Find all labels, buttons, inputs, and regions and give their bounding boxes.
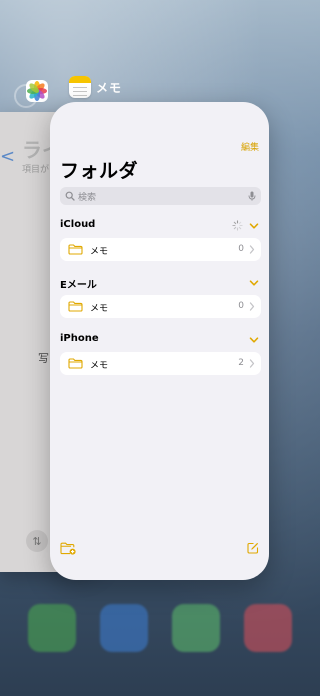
sort-icon: ⇅ xyxy=(26,530,48,552)
folder-name: メモ xyxy=(90,361,109,371)
folder-row-iphone-notes[interactable]: メモ 2 xyxy=(60,352,261,375)
photos-app-switcher-icon[interactable] xyxy=(14,80,48,108)
search-icon xyxy=(65,191,75,201)
section-header-iphone[interactable]: iPhone xyxy=(60,333,261,349)
folder-row-icloud-notes[interactable]: メモ 0 xyxy=(60,238,261,261)
chevron-down-icon xyxy=(249,280,259,286)
back-chevron-icon: < xyxy=(0,146,16,167)
section-label: iPhone xyxy=(60,333,99,344)
search-placeholder: 検索 xyxy=(78,192,97,203)
folder-icon xyxy=(68,244,83,255)
sync-spinner-icon xyxy=(232,220,243,231)
compose-icon[interactable] xyxy=(247,542,259,554)
dock-app-music-icon xyxy=(244,604,292,652)
dock-app-messages-icon xyxy=(172,604,220,652)
folder-name: メモ xyxy=(90,304,109,314)
microphone-icon[interactable] xyxy=(247,191,257,201)
dock-app-phone-icon xyxy=(28,604,76,652)
folder-count: 0 xyxy=(238,301,244,311)
page-title: フォルダ xyxy=(60,160,139,182)
section-header-icloud[interactable]: iCloud xyxy=(60,219,261,235)
dock-app-safari-icon xyxy=(100,604,148,652)
photos-card-partial-text: 写 xyxy=(38,352,49,365)
new-folder-icon[interactable] xyxy=(60,542,76,555)
chevron-down-icon xyxy=(249,337,259,343)
folder-count: 2 xyxy=(238,358,244,368)
section-label: Eメール xyxy=(60,280,97,291)
photos-icon xyxy=(26,80,48,102)
notes-app-icon xyxy=(69,76,91,98)
chevron-right-icon xyxy=(249,359,255,368)
search-field[interactable]: 検索 xyxy=(60,187,261,205)
folder-icon xyxy=(68,301,83,312)
chevron-right-icon xyxy=(249,302,255,311)
notes-app-label: メモ xyxy=(96,81,123,95)
section-label: iCloud xyxy=(60,219,96,230)
section-header-email[interactable]: Eメール xyxy=(60,276,261,292)
folder-icon xyxy=(68,358,83,369)
edit-button[interactable]: 編集 xyxy=(241,140,259,153)
folder-count: 0 xyxy=(238,244,244,254)
folder-row-email-notes[interactable]: メモ 0 xyxy=(60,295,261,318)
chevron-right-icon xyxy=(249,245,255,254)
dock-blurred xyxy=(28,604,292,652)
chevron-down-icon xyxy=(249,223,259,229)
folder-name: メモ xyxy=(90,247,109,257)
notes-app-card[interactable]: 編集 フォルダ 検索 iCloud メモ 0 Eメール メモ 0 iPhone … xyxy=(50,102,269,580)
